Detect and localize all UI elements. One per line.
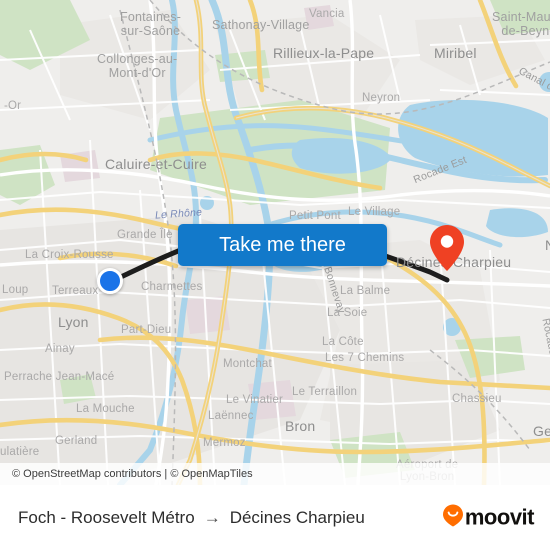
arrow-right-icon: → — [203, 507, 221, 527]
origin-dot-marker[interactable] — [97, 268, 123, 294]
map-attribution: © OpenStreetMap contributors | © OpenMap… — [0, 463, 550, 485]
map-canvas[interactable]: Fontaines-sur-Saône Sathonay-Village Vanci… — [0, 0, 550, 485]
moovit-route-screenshot: Fontaines-sur-Saône Sathonay-Village Vanci… — [0, 0, 550, 550]
trip-summary: Foch - Roosevelt Métro → Décines Charpie… — [0, 508, 365, 528]
attribution-text: © OpenStreetMap contributors | © OpenMap… — [12, 468, 253, 480]
moovit-logo[interactable]: moovit — [442, 504, 535, 531]
take-me-there-button[interactable]: Take me there — [178, 224, 387, 266]
trip-origin-label: Foch - Roosevelt Métro — [18, 507, 195, 527]
moovit-pin-icon — [442, 504, 463, 531]
destination-pin-marker[interactable] — [430, 225, 464, 271]
moovit-wordmark: moovit — [464, 504, 535, 530]
trip-destination-label: Décines Charpieu — [229, 507, 365, 527]
take-me-there-label: Take me there — [219, 233, 346, 256]
bottom-bar: Foch - Roosevelt Métro → Décines Charpie… — [0, 485, 550, 550]
